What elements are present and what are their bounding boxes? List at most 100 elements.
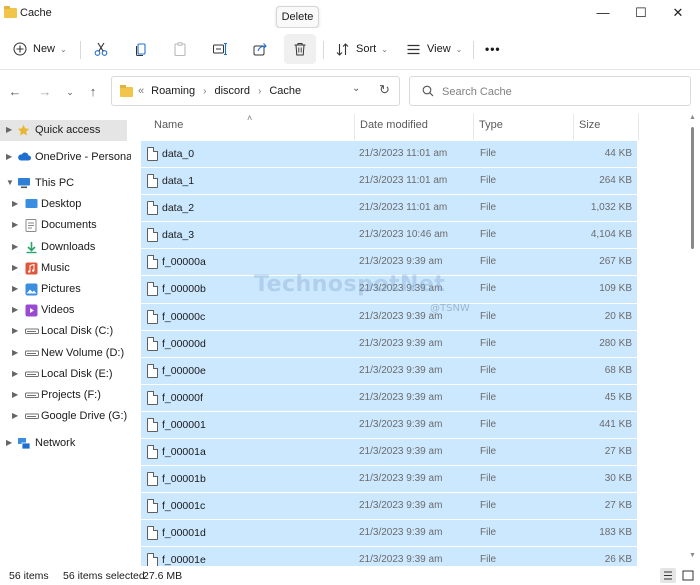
scroll-up-arrow-icon[interactable]: ▲ bbox=[689, 114, 696, 121]
file-row[interactable]: f_000001 21/3/2023 9:39 am File 441 KB bbox=[141, 410, 637, 439]
file-row[interactable]: f_00001c 21/3/2023 9:39 am File 27 KB bbox=[141, 492, 637, 520]
view-button[interactable]: View ⌄ bbox=[406, 36, 462, 62]
maximize-button[interactable]: ☐ bbox=[629, 4, 653, 22]
nav-item-google-drive-g[interactable]: ▶ Google Drive (G:) bbox=[0, 406, 127, 427]
vertical-scrollbar[interactable]: ▲ ▼ bbox=[688, 114, 698, 564]
search-box[interactable] bbox=[409, 76, 691, 106]
copy-button[interactable] bbox=[133, 36, 149, 62]
breadcrumb-overflow[interactable]: « bbox=[138, 85, 144, 97]
nav-item-label: Desktop bbox=[41, 198, 82, 210]
nav-item-desktop[interactable]: ▶ Desktop bbox=[0, 194, 127, 215]
nav-item-this-pc[interactable]: ▼ This PC bbox=[0, 173, 127, 194]
nav-item-quick-access[interactable]: ▶ Quick access bbox=[0, 120, 127, 141]
file-row[interactable]: f_00000d 21/3/2023 9:39 am File 280 KB bbox=[141, 329, 637, 357]
file-row[interactable]: data_3 21/3/2023 10:46 am File 4,104 KB bbox=[141, 221, 637, 249]
breadcrumb-cache[interactable]: Cache bbox=[269, 85, 301, 97]
chevron-right-icon[interactable]: ▶ bbox=[12, 305, 18, 314]
chevron-right-icon[interactable]: ▶ bbox=[12, 284, 18, 293]
column-divider[interactable] bbox=[573, 114, 574, 140]
nav-item-onedrive-personal[interactable]: ▶ OneDrive - Personal bbox=[0, 147, 135, 168]
breadcrumb-roaming[interactable]: Roaming bbox=[151, 85, 195, 97]
file-type: File bbox=[480, 229, 497, 241]
chevron-right-icon[interactable]: ▶ bbox=[12, 390, 18, 399]
nav-item-new-volume-d[interactable]: ▶ New Volume (D:) bbox=[0, 343, 127, 364]
chevron-down-icon[interactable]: ▼ bbox=[6, 178, 14, 187]
file-row[interactable]: f_00001b 21/3/2023 9:39 am File 30 KB bbox=[141, 465, 637, 493]
new-button[interactable]: New ⌄ bbox=[13, 36, 67, 62]
file-row[interactable]: f_00000f 21/3/2023 9:39 am File 45 KB bbox=[141, 383, 637, 411]
chevron-right-icon[interactable]: ▶ bbox=[6, 152, 12, 161]
chevron-right-icon[interactable]: ▶ bbox=[12, 220, 18, 229]
chevron-right-icon[interactable]: ▶ bbox=[6, 125, 12, 134]
chevron-right-icon[interactable]: ▶ bbox=[12, 348, 18, 357]
details-view-icon bbox=[664, 571, 672, 580]
rename-button[interactable] bbox=[212, 36, 228, 62]
nav-item-projects-f[interactable]: ▶ Projects (F:) bbox=[0, 385, 127, 406]
nav-item-music[interactable]: ▶ Music bbox=[0, 258, 127, 279]
network-icon bbox=[17, 437, 31, 450]
file-date-modified: 21/3/2023 9:39 am bbox=[359, 418, 443, 430]
nav-item-pictures[interactable]: ▶ Pictures bbox=[0, 279, 127, 300]
nav-item-label: Music bbox=[41, 262, 70, 274]
nav-item-label: Quick access bbox=[35, 124, 101, 136]
column-divider[interactable] bbox=[473, 114, 474, 140]
nav-item-local-disk-c[interactable]: ▶ Local Disk (C:) bbox=[0, 321, 127, 342]
file-row[interactable]: f_00001d 21/3/2023 9:39 am File 183 KB bbox=[141, 519, 637, 547]
scroll-thumb[interactable] bbox=[691, 127, 694, 249]
chevron-right-icon[interactable]: ▶ bbox=[12, 369, 18, 378]
delete-button[interactable] bbox=[284, 34, 316, 64]
more-options-button[interactable]: ••• bbox=[485, 36, 501, 62]
chevron-right-icon[interactable]: ▶ bbox=[12, 199, 18, 208]
tiles-view-button[interactable] bbox=[680, 568, 696, 583]
cut-button[interactable] bbox=[93, 36, 109, 62]
paste-button[interactable] bbox=[172, 36, 188, 62]
nav-item-local-disk-e[interactable]: ▶ Local Disk (E:) bbox=[0, 364, 127, 385]
column-type[interactable]: Type bbox=[479, 119, 503, 131]
chevron-right-icon[interactable]: ▶ bbox=[12, 411, 18, 420]
breadcrumb-discord[interactable]: discord bbox=[215, 85, 250, 97]
delete-icon bbox=[294, 43, 306, 56]
file-row[interactable]: data_0 21/3/2023 11:01 am File 44 KB bbox=[141, 140, 637, 168]
column-size[interactable]: Size bbox=[579, 119, 600, 131]
file-row[interactable]: f_00000c 21/3/2023 9:39 am File 20 KB bbox=[141, 302, 637, 330]
file-row[interactable]: data_1 21/3/2023 11:01 am File 264 KB bbox=[141, 167, 637, 195]
back-button[interactable]: ← bbox=[6, 83, 24, 101]
sort-button[interactable]: Sort ⌄ bbox=[335, 36, 388, 62]
chevron-right-icon[interactable]: ▶ bbox=[12, 326, 18, 335]
scroll-down-arrow-icon[interactable]: ▼ bbox=[689, 552, 696, 559]
chevron-right-icon[interactable]: ▶ bbox=[6, 438, 12, 447]
search-input[interactable] bbox=[442, 83, 682, 101]
forward-button[interactable]: → bbox=[36, 83, 54, 101]
chevron-right-icon[interactable]: ▶ bbox=[12, 242, 18, 251]
share-icon bbox=[253, 43, 267, 56]
address-bar[interactable]: « Roaming › discord › Cache ⌄ ↻ bbox=[111, 76, 400, 106]
chevron-right-icon[interactable]: › bbox=[203, 86, 206, 97]
column-divider[interactable] bbox=[354, 114, 355, 140]
chevron-right-icon[interactable]: › bbox=[258, 86, 261, 97]
close-button[interactable]: ✕ bbox=[666, 4, 690, 22]
file-row[interactable]: f_00001a 21/3/2023 9:39 am File 27 KB bbox=[141, 438, 637, 466]
file-size: 264 KB bbox=[599, 175, 632, 187]
nav-item-documents[interactable]: ▶ Documents bbox=[0, 215, 127, 236]
plus-icon bbox=[13, 42, 27, 56]
nav-item-downloads[interactable]: ▶ Downloads bbox=[0, 237, 127, 258]
details-view-button[interactable] bbox=[660, 568, 676, 583]
file-name: f_00001e bbox=[162, 554, 206, 567]
share-button[interactable] bbox=[252, 36, 268, 62]
recent-locations-button[interactable]: ⌄ bbox=[61, 83, 79, 101]
file-row[interactable]: f_00000e 21/3/2023 9:39 am File 68 KB bbox=[141, 356, 637, 384]
column-date-modified[interactable]: Date modified bbox=[360, 119, 428, 131]
chevron-down-icon[interactable]: ⌄ bbox=[352, 83, 360, 94]
file-row[interactable]: data_2 21/3/2023 11:01 am File 1,032 KB bbox=[141, 194, 637, 222]
documents-icon bbox=[25, 219, 38, 232]
nav-item-network[interactable]: ▶ Network bbox=[0, 433, 127, 454]
column-name[interactable]: Name bbox=[154, 119, 183, 131]
chevron-right-icon[interactable]: ▶ bbox=[12, 263, 18, 272]
column-divider[interactable] bbox=[638, 114, 639, 140]
minimize-button[interactable]: — bbox=[591, 4, 615, 22]
refresh-icon[interactable]: ↻ bbox=[379, 82, 390, 98]
file-name: f_00000e bbox=[162, 364, 206, 377]
nav-item-videos[interactable]: ▶ Videos bbox=[0, 300, 127, 321]
divider bbox=[80, 41, 81, 59]
up-button[interactable]: ↑ bbox=[84, 83, 102, 101]
